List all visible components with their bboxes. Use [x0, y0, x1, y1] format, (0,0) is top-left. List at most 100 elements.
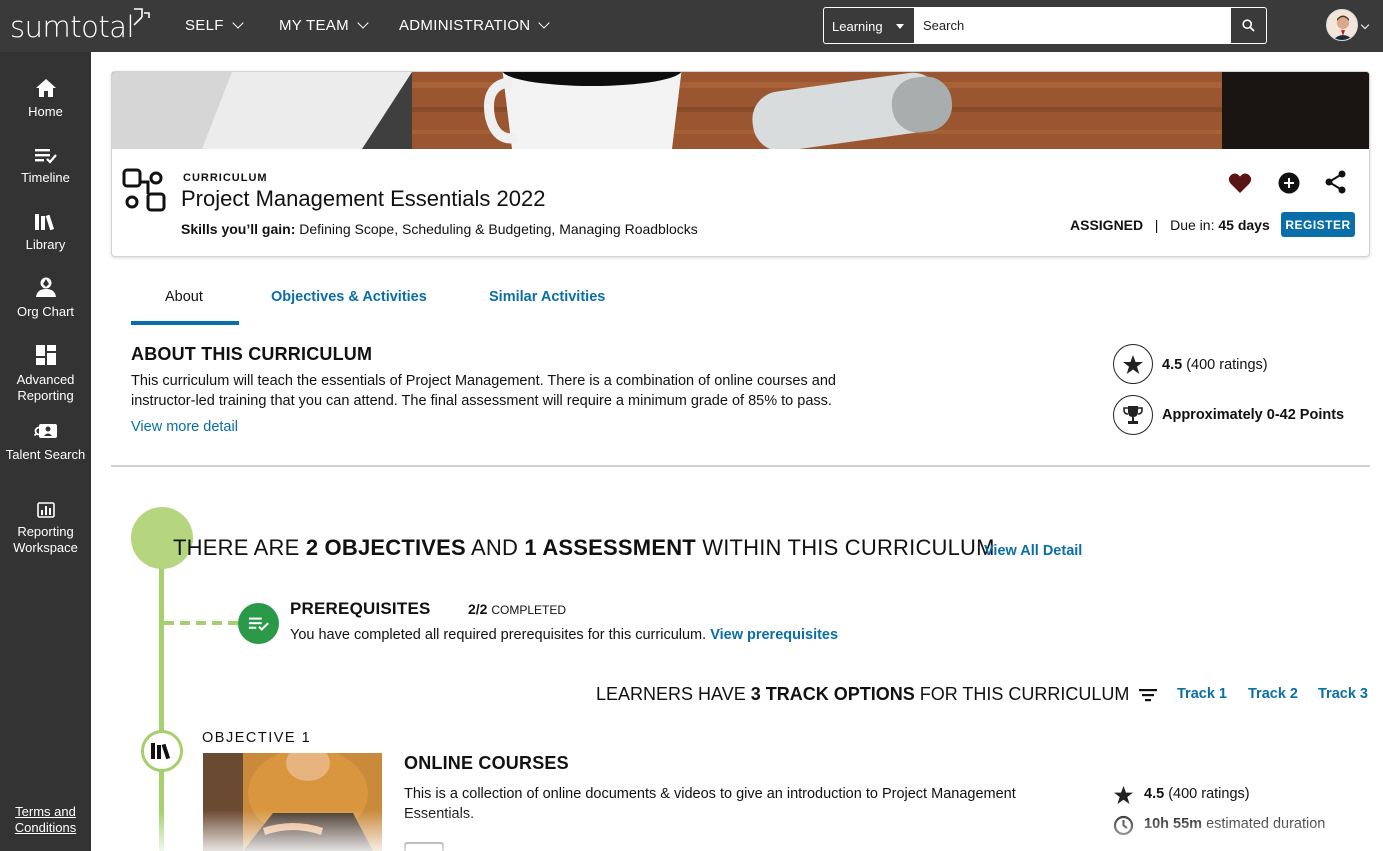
nav-self[interactable]: SELF: [185, 17, 244, 34]
checklist-icon: [248, 617, 269, 631]
search-input[interactable]: [915, 8, 1230, 43]
track-3-link[interactable]: Track 3: [1318, 686, 1368, 702]
curriculum-header-card: CURRICULUM Project Management Essentials…: [111, 71, 1370, 257]
chevron-down-icon: [357, 17, 369, 29]
search-bar: Learning: [823, 7, 1267, 44]
sidebar-item-org-chart[interactable]: Org Chart: [0, 276, 91, 320]
home-icon: [35, 79, 56, 97]
org-chart-icon: [35, 277, 56, 297]
sidebar-item-label: Home: [28, 104, 63, 119]
duration-value: 10h 55m: [1144, 816, 1203, 832]
sidebar-item-label: Library: [25, 237, 66, 252]
view-more-detail-link[interactable]: View more detail: [131, 419, 238, 435]
tab-similar-activities[interactable]: Similar Activities: [489, 289, 605, 305]
star-icon: [1123, 354, 1143, 374]
objective-1-node: [141, 730, 183, 772]
terms-and-conditions-link[interactable]: Terms and Conditions: [0, 804, 91, 836]
due-label: Due in:: [1170, 217, 1215, 233]
rating-value: 4.5: [1144, 786, 1165, 802]
logo-mark-icon: [133, 8, 150, 26]
sidebar-item-label: Talent Search: [5, 447, 86, 462]
skills-value: Defining Scope, Scheduling & Budgeting, …: [299, 221, 698, 237]
course-photo: [203, 753, 382, 851]
nav-administration[interactable]: ADMINISTRATION: [399, 17, 551, 34]
search-button[interactable]: [1230, 8, 1266, 43]
timeline-line: [159, 540, 164, 851]
course-type-icon: [404, 842, 444, 851]
sidebar-item-library[interactable]: Library: [0, 213, 91, 253]
objective-label: OBJECTIVE 1: [202, 730, 312, 746]
points-badge: [1113, 395, 1153, 435]
prerequisites-heading: PREREQUISITES: [290, 599, 431, 618]
search-icon: [1242, 19, 1255, 32]
online-courses-thumbnail[interactable]: [203, 753, 382, 851]
course-duration: 10h 55m estimated duration: [1144, 816, 1325, 832]
sumtotal-logo[interactable]: sumtotal: [10, 10, 135, 44]
view-prerequisites-link[interactable]: View prerequisites: [710, 627, 838, 643]
banner-image: [112, 72, 1369, 149]
curriculum-banner-image: [112, 72, 1369, 149]
prerequisites-progress: 2/2 COMPLETED: [468, 601, 566, 617]
track-1-link[interactable]: Track 1: [1177, 686, 1227, 702]
add-icon[interactable]: [1278, 172, 1300, 194]
assessments-count: 1 ASSESSMENT: [524, 535, 696, 560]
reporting-icon: [36, 502, 55, 518]
heading-text: THERE ARE: [173, 535, 306, 560]
prerequisites-count: 2/2: [468, 601, 488, 617]
share-icon[interactable]: [1325, 170, 1347, 194]
prerequisites-message: You have completed all required prerequi…: [290, 627, 838, 643]
track-count: 3 TRACK OPTIONS: [750, 684, 915, 704]
talent-search-icon: [33, 424, 57, 438]
nav-administration-label: ADMINISTRATION: [399, 17, 531, 34]
sidebar-item-talent-search[interactable]: Talent Search: [0, 423, 91, 463]
assignment-status: ASSIGNED | Due in: 45 days: [1070, 217, 1270, 233]
sidebar-item-label: Reporting Workspace: [13, 524, 78, 555]
nav-self-label: SELF: [185, 17, 224, 34]
track-2-link[interactable]: Track 2: [1248, 686, 1298, 702]
timeline-dashed-connector: [164, 621, 242, 625]
clock-icon: [1113, 815, 1134, 836]
curriculum-rating: 4.5 (400 ratings): [1162, 357, 1268, 373]
tab-about[interactable]: About: [165, 289, 203, 305]
tab-objectives-activities[interactable]: Objectives & Activities: [271, 289, 427, 305]
heading-text: FOR THIS CURRICULUM: [914, 684, 1130, 704]
objectives-count: 2 OBJECTIVES: [305, 535, 466, 560]
search-scope-select[interactable]: Learning: [824, 8, 915, 43]
about-heading: ABOUT THIS CURRICULUM: [131, 344, 373, 364]
library-icon: [34, 214, 54, 231]
search-scope-value: Learning: [832, 19, 883, 34]
star-icon: [1113, 785, 1134, 805]
favorite-heart-icon[interactable]: [1228, 172, 1252, 194]
heading-text: WITHIN THIS CURRICULUM: [695, 535, 995, 560]
due-value: 45 days: [1218, 217, 1270, 233]
rating-value: 4.5: [1162, 357, 1183, 373]
skills-label: Skills you’ll gain:: [181, 221, 296, 237]
register-button[interactable]: REGISTER: [1281, 212, 1355, 237]
online-courses-heading: ONLINE COURSES: [404, 753, 569, 773]
sidebar-item-home[interactable]: Home: [0, 78, 91, 120]
trophy-icon: [1123, 406, 1143, 424]
rating-count: (400 ratings): [1186, 357, 1268, 373]
top-bar: sumtotal SELF MY TEAM ADMINISTRATION Lea…: [0, 0, 1383, 52]
skills-line: Skills you’ll gain: Defining Scope, Sche…: [181, 221, 698, 237]
status-badge: ASSIGNED: [1070, 217, 1144, 233]
sidebar-item-reporting-workspace[interactable]: Reporting Workspace: [0, 502, 91, 556]
user-photo-icon: [1327, 10, 1357, 40]
nav-my-team[interactable]: MY TEAM: [279, 17, 369, 34]
sidebar-item-label: Org Chart: [16, 304, 75, 319]
avatar[interactable]: [1326, 9, 1358, 41]
chevron-down-icon[interactable]: [1360, 20, 1370, 30]
view-all-detail-link[interactable]: View All Detail: [984, 543, 1082, 559]
rating-count: (400 ratings): [1168, 786, 1250, 802]
points-value: Approximately 0-42 Points: [1162, 407, 1345, 423]
chevron-down-icon: [232, 17, 244, 29]
sidebar-item-timeline[interactable]: Timeline: [0, 148, 91, 186]
curriculum-structure-heading: THERE ARE 2 OBJECTIVES AND 1 ASSESSMENT …: [173, 535, 995, 561]
online-courses-description: This is a collection of online documents…: [404, 786, 1016, 822]
filter-icon[interactable]: [1138, 687, 1158, 703]
sidebar-item-advanced-reporting[interactable]: Advanced Reporting: [0, 344, 91, 404]
nav-my-team-label: MY TEAM: [279, 17, 349, 34]
prerequisites-count-label: COMPLETED: [491, 603, 567, 617]
rating-badge: [1113, 344, 1153, 384]
dashboard-icon: [35, 345, 56, 365]
